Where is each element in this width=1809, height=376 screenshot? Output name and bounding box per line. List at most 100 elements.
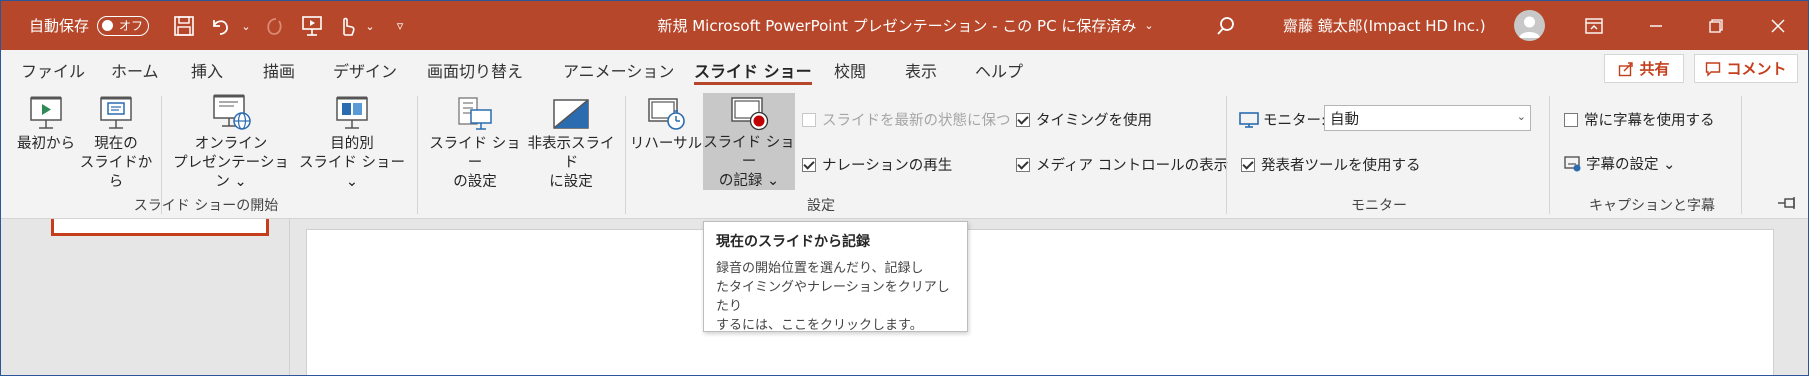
hide-slide-icon — [551, 92, 591, 132]
play-narration-checkbox[interactable]: ナレーションの再生 — [802, 154, 952, 175]
custom-slideshow-button[interactable]: 目的別 スライド ショー ⌄ — [298, 92, 406, 192]
tooltip-title: 現在のスライドから記録 — [716, 234, 870, 250]
always-subtitles-checkbox[interactable]: 常に字幕を使用する — [1564, 109, 1715, 130]
undo-icon[interactable] — [207, 13, 233, 39]
tooltip-line: 録音の開始位置を選んだり、記録し — [716, 261, 924, 276]
checkbox-box[interactable] — [1241, 157, 1255, 172]
share-label: 共有 — [1639, 60, 1670, 78]
ribbon-panel: 最初から 現在の スライドから オンライン プレゼンテーション ⌄ 目的別 スラ… — [1, 90, 1808, 219]
tab-transitions[interactable]: 画面切り替え — [427, 50, 523, 90]
subtitle-settings-button[interactable]: 字幕の設定 ⌄ — [1564, 153, 1675, 174]
group-label-setup: 設定 — [807, 198, 835, 214]
monitor-select[interactable]: 自動 ⌄ — [1324, 105, 1531, 131]
redo-icon — [261, 13, 287, 39]
autosave-label: 自動保存 — [29, 17, 90, 35]
presenter-view-label: 発表者ツールを使用する — [1261, 158, 1421, 174]
comment-icon — [1706, 61, 1721, 77]
autosave-control[interactable]: 自動保存 オフ — [29, 1, 150, 50]
subtitle-settings-label: 字幕の設定 ⌄ — [1586, 157, 1676, 173]
from-beginning-button[interactable]: 最初から — [15, 92, 77, 154]
close-icon[interactable] — [1753, 1, 1803, 50]
comment-button[interactable]: コメント — [1694, 54, 1798, 83]
group-label-captions: キャプションと字幕 — [1589, 198, 1715, 214]
title-bar: 自動保存 オフ ⌄ ⌄ ▿ 新規 Microsoft PowerPoint プレ… — [1, 1, 1808, 50]
toggle-knob — [102, 20, 114, 31]
rehearse-timings-button[interactable]: リハーサル — [629, 92, 703, 154]
tab-design[interactable]: デザイン — [333, 50, 397, 90]
tab-draw[interactable]: 描画 — [263, 50, 295, 90]
avatar[interactable] — [1514, 10, 1545, 41]
record-slideshow-button[interactable]: スライド ショー の記録 ⌄ — [703, 93, 795, 190]
autosave-state: オフ — [119, 19, 144, 33]
search-icon[interactable] — [1211, 11, 1241, 41]
user-name[interactable]: 齋藤 鏡太郎(Impact HD Inc.) — [1283, 1, 1486, 50]
present-online-label-1: オンライン — [194, 136, 268, 152]
monitor-label: モニター: — [1263, 113, 1326, 129]
presenter-view-checkbox[interactable]: 発表者ツールを使用する — [1241, 154, 1421, 175]
tab-insert[interactable]: 挿入 — [191, 50, 223, 90]
tab-slideshow[interactable]: スライド ショー — [694, 50, 812, 90]
slide-canvas[interactable] — [306, 229, 1774, 375]
tab-animations[interactable]: アニメーション — [563, 50, 674, 90]
always-subtitles-label: 常に字幕を使用する — [1584, 113, 1715, 129]
autosave-toggle[interactable]: オフ — [97, 15, 150, 36]
title-dropdown-icon[interactable]: ⌄ — [1144, 19, 1153, 32]
from-current-icon — [97, 92, 135, 132]
tab-view[interactable]: 表示 — [905, 50, 937, 90]
record-tooltip: 現在のスライドから記録 録音の開始位置を選んだり、記録し たタイミングやナレーシ… — [703, 221, 968, 335]
monitor-select-value: 自動 — [1330, 111, 1359, 128]
separator — [417, 96, 418, 214]
touch-dropdown-icon[interactable]: ⌄ — [357, 13, 383, 39]
restore-icon[interactable] — [1691, 1, 1741, 50]
minimize-icon[interactable] — [1631, 1, 1681, 50]
show-media-controls-checkbox[interactable]: メディア コントロールの表示 — [1016, 154, 1228, 175]
checkbox-box[interactable] — [1016, 112, 1030, 127]
setup-slideshow-button[interactable]: スライド ショー の設定 — [427, 92, 523, 192]
hide-slide-label-2: に設定 — [549, 174, 593, 190]
separator — [1741, 96, 1742, 214]
keep-updated-checkbox: スライドを最新の状態に保つ — [802, 109, 1011, 130]
use-timings-checkbox[interactable]: タイミングを使用 — [1016, 109, 1152, 130]
chevron-down-icon[interactable]: ⌄ — [1517, 110, 1526, 123]
tab-help[interactable]: ヘルプ — [975, 50, 1023, 90]
rehearse-timings-label: リハーサル — [629, 136, 703, 152]
record-slideshow-label-1: スライド ショー — [703, 135, 795, 170]
play-narration-label: ナレーションの再生 — [822, 158, 953, 174]
tooltip-body: 録音の開始位置を選んだり、記録し たタイミングやナレーションをクリアしたり する… — [716, 259, 955, 335]
custom-slideshow-icon — [333, 92, 371, 132]
checkbox-box[interactable] — [1564, 112, 1578, 127]
subtitle-settings-icon — [1564, 155, 1581, 171]
present-online-icon — [210, 92, 252, 132]
keep-updated-label: スライドを最新の状態に保つ — [822, 113, 1011, 129]
customize-qat-icon[interactable]: ▿ — [387, 13, 413, 39]
setup-slideshow-label-2: の設定 — [453, 174, 497, 190]
present-online-button[interactable]: オンライン プレゼンテーション ⌄ — [166, 92, 296, 192]
monitor-label-row: モニター: — [1239, 109, 1326, 130]
from-current-button[interactable]: 現在の スライドから — [77, 92, 155, 192]
pin-ribbon-icon[interactable] — [1777, 197, 1799, 213]
undo-dropdown-icon[interactable]: ⌄ — [233, 13, 259, 39]
separator — [625, 96, 626, 214]
separator — [1226, 96, 1227, 214]
setup-slideshow-icon — [455, 92, 495, 132]
slide-thumbnail[interactable] — [51, 219, 269, 236]
rehearse-timings-icon — [646, 92, 686, 132]
group-label-start: スライド ショーの開始 — [133, 198, 279, 214]
share-button[interactable]: 共有 — [1604, 54, 1684, 83]
from-beginning-icon — [27, 92, 65, 132]
tab-review[interactable]: 校閲 — [834, 50, 866, 90]
hide-slide-button[interactable]: 非表示スライド に設定 — [523, 92, 619, 192]
checkbox-box[interactable] — [1016, 157, 1030, 172]
ribbon-display-icon[interactable] — [1569, 1, 1619, 50]
save-icon[interactable] — [171, 13, 197, 39]
document-title[interactable]: 新規 Microsoft PowerPoint プレゼンテーション - この P… — [657, 15, 1136, 36]
comment-label: コメント — [1726, 60, 1787, 78]
powerpoint-window: 自動保存 オフ ⌄ ⌄ ▿ 新規 Microsoft PowerPoint プレ… — [0, 0, 1809, 376]
tab-file[interactable]: ファイル — [21, 50, 85, 90]
present-icon[interactable] — [299, 13, 325, 39]
separator — [1549, 96, 1550, 214]
tooltip-line: するには、ここをクリックします。 — [716, 318, 923, 333]
checkbox-box[interactable] — [802, 157, 816, 172]
tab-home[interactable]: ホーム — [111, 50, 159, 90]
ribbon-tabs: ファイル ホーム 挿入 描画 デザイン 画面切り替え アニメーション スライド … — [1, 50, 1808, 90]
